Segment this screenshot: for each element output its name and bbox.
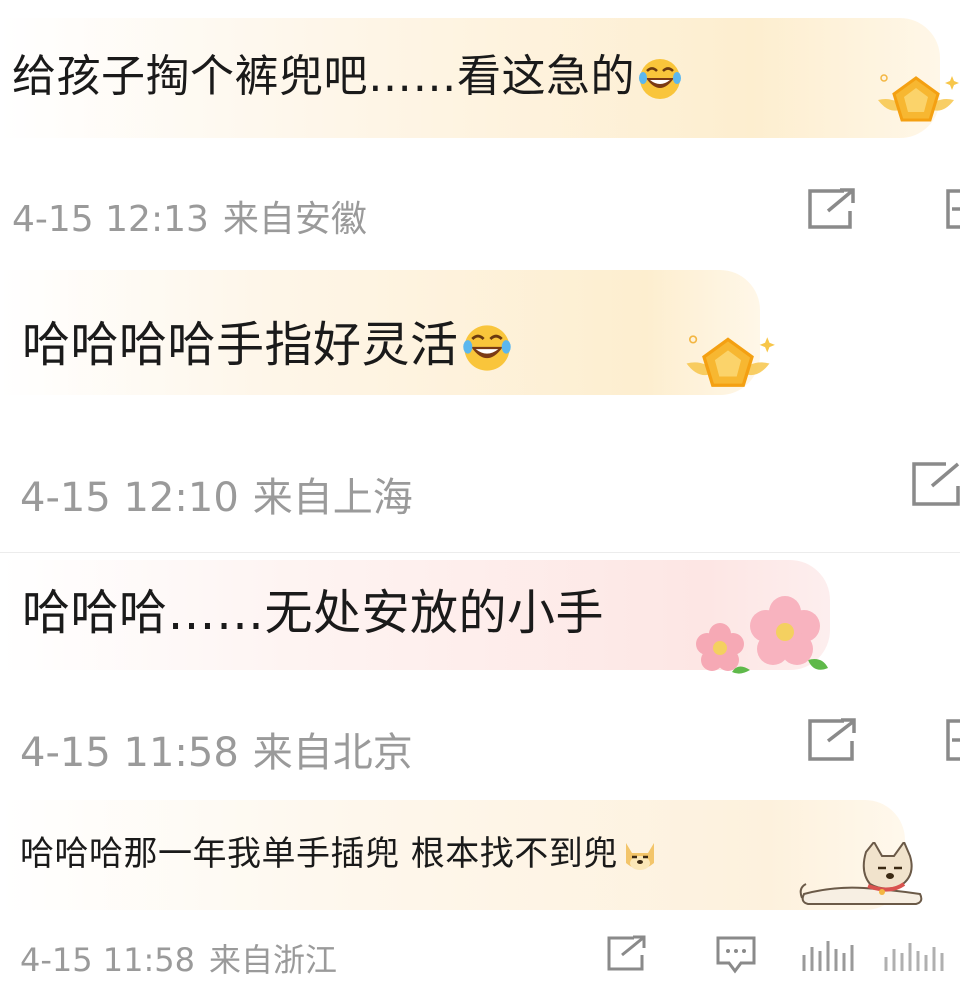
gold-badge-decoration: [680, 330, 776, 410]
repost-icon[interactable]: [606, 935, 646, 973]
comment-text: 哈哈哈那一年我单手插兜 根本找不到兜: [20, 826, 660, 875]
more-icon[interactable]: [882, 935, 952, 975]
comment-text: 哈哈哈……无处安放的小手: [22, 585, 605, 641]
laugh-cry-emoji: [637, 56, 683, 102]
comment-location: 来自浙江: [209, 941, 338, 979]
divider: [0, 552, 960, 553]
comment-date: 4-15 11:58: [20, 730, 239, 776]
comment-text: 给孩子掏个裤兜吧……看这急的: [12, 40, 683, 104]
lying-dog-decoration: [796, 842, 926, 912]
comment-date: 4-15 11:58: [20, 941, 196, 979]
comment-text: 哈哈哈哈手指好灵活: [22, 305, 513, 375]
comment-item: 哈哈哈哈手指好灵活 4-15 12:10 来自上海: [0, 245, 960, 555]
comment-item: 哈哈哈那一年我单手插兜 根本找不到兜 4-15 11:58 来自浙江: [0, 800, 960, 982]
comment-date: 4-15 12:10: [20, 475, 239, 521]
like-icon[interactable]: [800, 935, 860, 975]
comment-icon[interactable]: [715, 935, 757, 975]
comment-location: 来自安徽: [222, 199, 367, 240]
laugh-cry-emoji: [461, 322, 513, 374]
comment-meta: 4-15 12:13 来自安徽: [12, 190, 367, 242]
doge-emoji: [620, 837, 660, 875]
comment-item: 哈哈哈……无处安放的小手 4-15 11:58 来自北京: [0, 555, 960, 800]
pink-flowers-decoration: [690, 590, 840, 680]
comment-icon[interactable]: [944, 717, 960, 763]
repost-icon[interactable]: [806, 187, 858, 231]
comment-meta: 4-15 11:58 来自北京: [20, 720, 413, 778]
comment-location: 来自上海: [252, 475, 413, 521]
comment-location: 来自北京: [252, 730, 413, 776]
repost-icon[interactable]: [910, 460, 960, 508]
comment-date: 4-15 12:13: [12, 199, 209, 240]
comment-icon[interactable]: [944, 187, 960, 231]
comment-item: 给孩子掏个裤兜吧……看这急的 4-15 12:13 来自安徽: [0, 0, 960, 245]
comment-meta: 4-15 12:10 来自上海: [20, 465, 413, 523]
gold-badge-decoration: [872, 70, 960, 142]
comment-meta: 4-15 11:58 来自浙江: [20, 935, 337, 981]
repost-icon[interactable]: [806, 717, 858, 763]
